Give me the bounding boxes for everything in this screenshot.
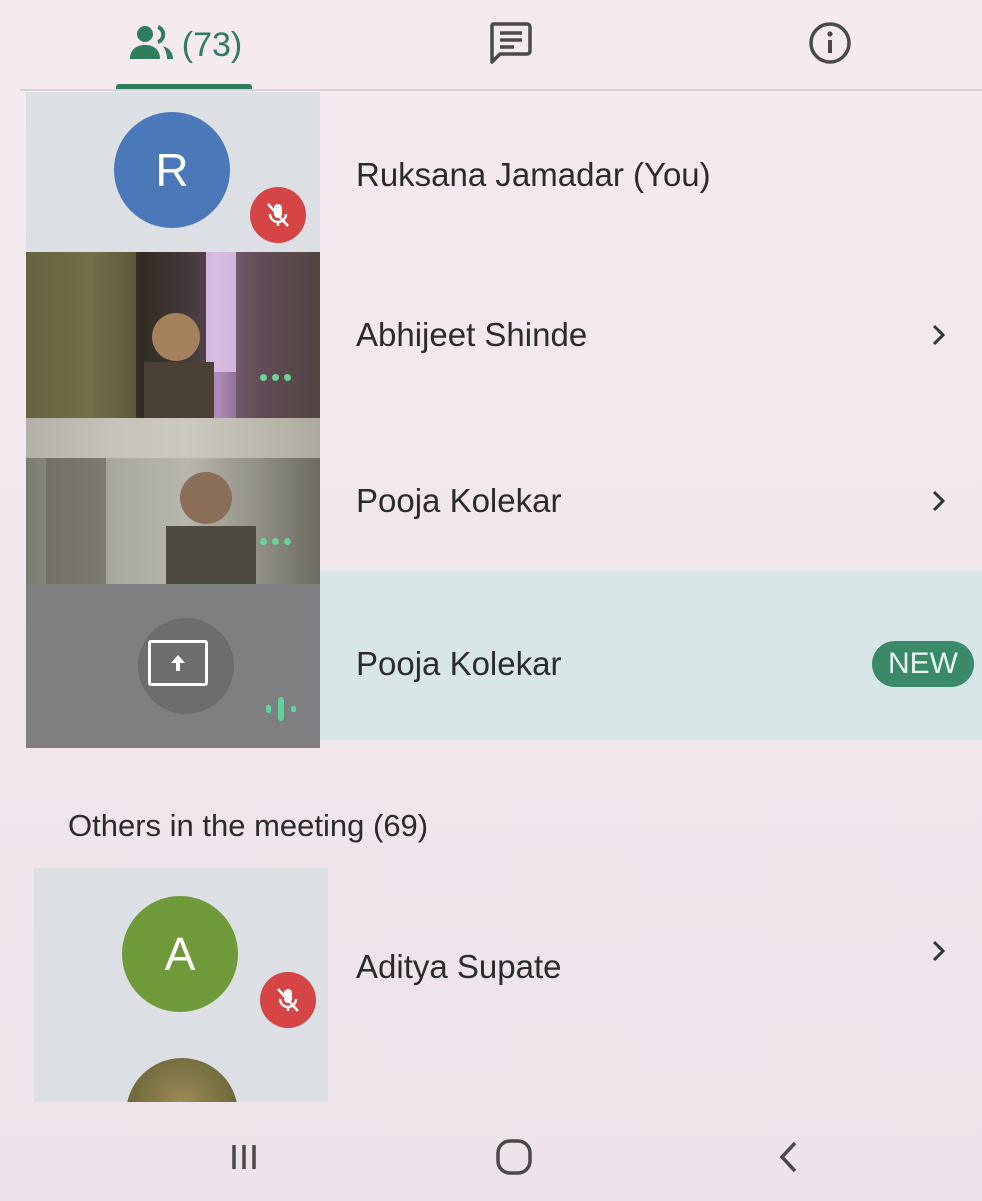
participant-row[interactable]: R Ruksana Jamadar (You) <box>0 92 982 258</box>
participant-name: Pooja Kolekar <box>356 645 562 682</box>
tab-bar: (73) <box>0 0 982 92</box>
participant-name: Aditya Supate <box>356 948 562 985</box>
mic-off-icon <box>260 972 316 1028</box>
avatar: R <box>114 112 230 228</box>
meeting-people-screen: (73) R Ruksana Jamadar (You) Abhijeet Sh… <box>0 0 982 1201</box>
avatar-letter: R <box>155 144 189 196</box>
tab-info[interactable] <box>780 0 880 90</box>
section-title-others: Others in the meeting (69) <box>68 808 429 843</box>
people-icon <box>128 23 176 68</box>
mic-off-icon <box>250 187 306 243</box>
chevron-right-icon[interactable] <box>926 938 952 964</box>
participant-name: Abhijeet Shinde <box>356 316 588 353</box>
participant-name: Ruksana Jamadar (You) <box>356 156 711 193</box>
participant-row[interactable]: Abhijeet Shinde <box>0 252 982 418</box>
audio-level-icon <box>262 694 302 729</box>
chevron-right-icon[interactable] <box>926 488 952 514</box>
participant-name: Pooja Kolekar <box>356 482 562 519</box>
new-badge: NEW <box>872 641 974 687</box>
back-icon[interactable] <box>760 1132 820 1182</box>
participant-video-tile <box>26 418 320 584</box>
info-icon <box>807 20 853 71</box>
next-participant-avatar <box>126 1058 238 1102</box>
participant-row-presenting[interactable]: Pooja Kolekar NEW <box>0 570 982 748</box>
people-count: (73) <box>181 25 243 64</box>
present-screen-icon <box>148 640 208 686</box>
chevron-right-icon[interactable] <box>926 322 952 348</box>
video-feed-image <box>26 418 320 584</box>
participant-tile: A <box>34 868 328 1102</box>
video-feed-image <box>26 252 320 418</box>
participant-tile: R <box>26 92 320 258</box>
tab-divider <box>20 89 982 91</box>
more-options-icon[interactable] <box>260 374 291 381</box>
system-nav-bar <box>0 1110 982 1201</box>
presentation-tile <box>26 584 320 748</box>
avatar-letter: A <box>164 928 196 980</box>
more-options-icon[interactable] <box>260 538 291 545</box>
tab-chat[interactable] <box>460 0 560 90</box>
participant-row[interactable]: Pooja Kolekar <box>0 418 982 584</box>
tab-people[interactable]: (73) <box>100 0 270 90</box>
avatar: A <box>122 896 238 1012</box>
home-icon[interactable] <box>484 1132 544 1182</box>
chat-icon <box>487 20 533 71</box>
participant-video-tile <box>26 252 320 418</box>
recent-apps-icon[interactable] <box>214 1132 274 1182</box>
participant-row[interactable]: A Aditya Supate <box>0 868 982 1102</box>
